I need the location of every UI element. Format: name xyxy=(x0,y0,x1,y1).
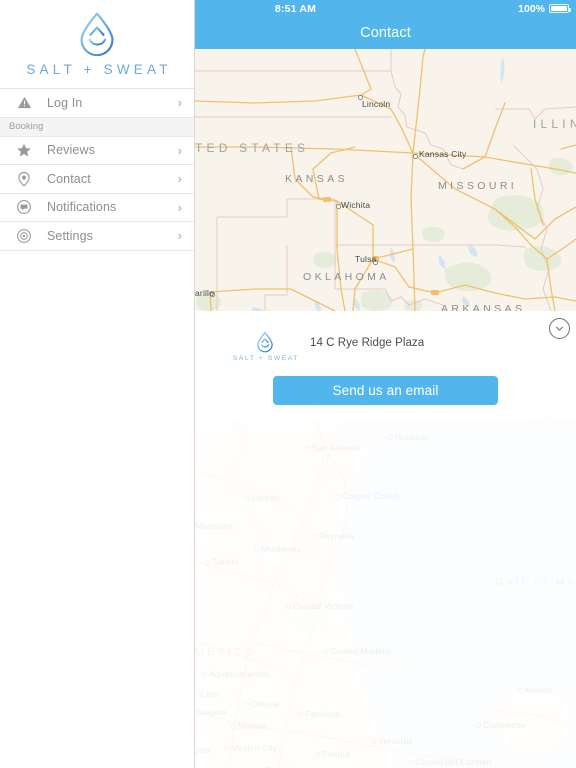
sidebar-section-booking: Booking xyxy=(0,117,194,137)
water-droplet-smile-icon xyxy=(253,330,277,354)
page-title: Contact xyxy=(360,25,411,41)
sidebar-item-reviews[interactable]: Reviews › xyxy=(0,136,194,165)
sidebar-item-log-in[interactable]: Log In › xyxy=(0,89,194,118)
sidebar-item-label: Reviews xyxy=(47,143,95,158)
sidebar-item-notifications[interactable]: Notifications › xyxy=(0,193,194,222)
sidebar-item-label: Contact xyxy=(47,171,91,186)
card-brand-wordmark: SALT + SWEAT xyxy=(232,355,300,362)
app-root: SALT + SWEAT Log In › Booking Reviews › xyxy=(0,0,576,768)
sidebar-item-label: Notifications xyxy=(47,200,117,215)
water-droplet-smile-icon xyxy=(71,8,123,60)
map-city-dot xyxy=(358,95,363,100)
map-city-dot xyxy=(413,154,418,159)
status-clock: 8:51 AM xyxy=(274,2,317,15)
battery-full-icon xyxy=(549,4,571,13)
battery-indicator: 100% xyxy=(518,0,571,17)
sidebar-item-label: Settings xyxy=(47,228,93,243)
map-canvas xyxy=(195,49,576,311)
map-city-dot xyxy=(336,204,341,209)
brand-wordmark: SALT + SWEAT xyxy=(26,62,172,77)
chevron-right-icon: › xyxy=(177,95,182,111)
send-us-an-email-button[interactable]: Send us an email xyxy=(273,376,498,405)
sidebar-menu: Log In › Booking Reviews › Contact › Not… xyxy=(0,88,194,251)
map-pin-icon xyxy=(14,169,34,189)
map-city-dot xyxy=(373,260,378,265)
chevron-down-circle-icon[interactable] xyxy=(549,318,570,339)
star-icon xyxy=(14,140,34,160)
gear-icon xyxy=(14,226,34,246)
contact-address: 14 C Rye Ridge Plaza xyxy=(310,337,425,349)
battery-percent-label: 100% xyxy=(518,2,545,15)
map-view[interactable]: TED STATESILLINOKANSASMISSOURIOKLAHOMAAR… xyxy=(195,49,576,311)
sidebar: SALT + SWEAT Log In › Booking Reviews › xyxy=(0,0,195,768)
nav-bar: Contact xyxy=(195,17,576,49)
sidebar-item-label: Log In xyxy=(47,95,83,110)
chevron-right-icon: › xyxy=(177,142,182,158)
chevron-right-icon: › xyxy=(177,171,182,187)
sidebar-item-settings[interactable]: Settings › xyxy=(0,222,194,251)
card-brand: SALT + SWEAT xyxy=(233,330,297,362)
contact-pane: 8:51 AM 100% Contact TED STATES ILLI KAN… xyxy=(195,0,576,768)
speech-bubble-icon xyxy=(14,197,34,217)
contact-card: SALT + SWEAT 14 C Rye Ridge Plaza Send u… xyxy=(195,311,576,420)
sidebar-item-contact[interactable]: Contact › xyxy=(0,165,194,194)
warning-triangle-icon xyxy=(14,93,34,113)
map-city-dot xyxy=(210,292,215,297)
chevron-right-icon: › xyxy=(177,199,182,215)
sidebar-brand: SALT + SWEAT xyxy=(0,0,194,88)
status-bar: 8:51 AM 100% xyxy=(195,0,576,17)
chevron-right-icon: › xyxy=(177,228,182,244)
map-vectors xyxy=(195,49,576,311)
